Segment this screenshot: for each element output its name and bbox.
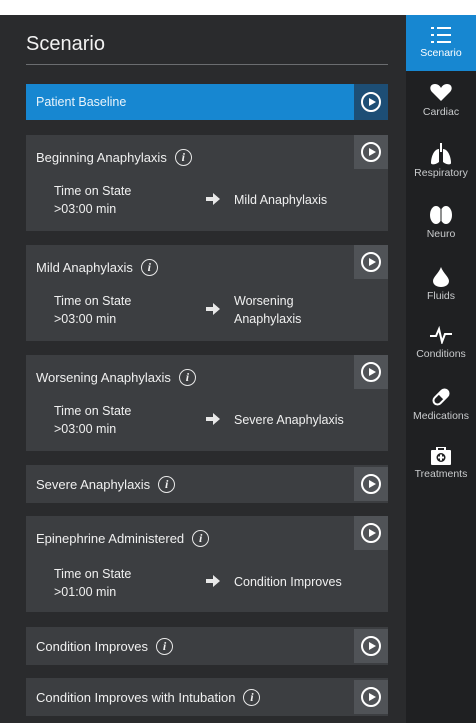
sidebar-item-label: Medications [412,410,470,422]
sidebar-item-fluids[interactable]: Fluids [406,267,476,317]
sidebar-item-medications[interactable]: Medications [406,387,476,437]
medkit-icon [431,447,451,465]
pill-icon [432,388,450,406]
state-title-row: Severe Anaphylaxis i [36,476,176,493]
state-title: Condition Improves [36,639,148,654]
state-title: Epinephrine Administered [36,531,185,546]
time-on-state-value: >01:00 min [54,585,117,599]
baseline-label: Patient Baseline [36,95,127,109]
brain-icon [430,206,452,224]
sidebar-item-label: Respiratory [414,167,468,179]
play-icon [361,523,381,543]
state-title: Severe Anaphylaxis [36,477,151,492]
arrow-right-icon [206,413,220,425]
state-card-worsening-anaphylaxis[interactable]: Worsening Anaphylaxis i Time on State >0… [26,355,388,451]
play-icon [361,252,381,272]
arrow-right-icon [206,303,220,315]
drop-icon [433,267,449,287]
time-on-state-label: Time on State [54,184,132,198]
time-on-state-label: Time on State [54,404,132,418]
play-button[interactable] [354,355,388,389]
state-title-row: Worsening Anaphylaxis i [36,369,196,386]
page-title: Scenario [26,33,105,55]
state-title: Worsening Anaphylaxis [36,370,171,385]
sidebar-item-conditions[interactable]: Conditions [406,326,476,376]
state-card-condition-improves-with-intubation[interactable]: Condition Improves with Intubation i [26,678,388,716]
play-button[interactable] [354,467,388,501]
play-icon [361,687,381,707]
state-card-severe-anaphylaxis[interactable]: Severe Anaphylaxis i [26,465,388,503]
state-card-epinephrine-administered[interactable]: Epinephrine Administered i Time on State… [26,516,388,612]
transition-target: Severe Anaphylaxis [234,413,344,427]
time-on-state-value: >03:00 min [54,202,117,216]
play-icon [361,92,381,112]
baseline-play-button[interactable] [354,84,388,120]
play-icon [361,474,381,494]
state-card-condition-improves[interactable]: Condition Improves i [26,627,388,665]
top-bar [0,0,476,15]
sidebar-item-label: Scenario [420,47,462,59]
state-title-row: Beginning Anaphylaxis i [36,149,192,166]
state-title-row: Condition Improves with Intubation i [36,689,261,706]
lungs-icon [431,143,451,165]
sidebar-item-respiratory[interactable]: Respiratory [406,143,476,193]
sidebar-item-label: Fluids [426,290,455,302]
arrow-right-icon [206,575,220,587]
play-icon [361,636,381,656]
info-icon[interactable]: i [158,476,176,493]
info-icon[interactable]: i [140,259,158,276]
state-card-beginning-anaphylaxis[interactable]: Beginning Anaphylaxis i Time on State >0… [26,135,388,231]
sidebar-item-scenario[interactable]: Scenario [406,15,476,71]
play-button[interactable] [354,680,388,714]
sidebar-item-treatments[interactable]: Treatments [406,447,476,497]
sidebar-item-label: Cardiac [422,106,460,118]
info-icon[interactable]: i [178,369,196,386]
info-icon[interactable]: i [174,149,192,166]
transition-target-line1: Worsening [234,294,294,308]
play-button[interactable] [354,516,388,550]
title-divider [26,64,388,65]
sidebar: Scenario Cardiac Respiratory Neuro Fluid… [406,15,476,723]
pulse-icon [430,326,452,344]
list-icon [431,27,451,43]
sidebar-item-neuro[interactable]: Neuro [406,205,476,255]
sidebar-item-cardiac[interactable]: Cardiac [406,83,476,133]
info-icon[interactable]: i [243,689,261,706]
heart-icon [430,84,452,101]
baseline-card[interactable]: Patient Baseline [26,84,388,120]
time-on-state-value: >03:00 min [54,422,117,436]
info-icon[interactable]: i [156,638,173,655]
play-button[interactable] [354,245,388,279]
play-button[interactable] [354,629,388,663]
state-title: Condition Improves with Intubation [36,690,236,705]
info-icon[interactable]: i [192,530,210,547]
arrow-right-icon [206,193,220,205]
state-title-row: Condition Improves i [36,638,173,655]
time-on-state-value: >03:00 min [54,312,117,326]
play-icon [361,362,381,382]
sidebar-item-label: Conditions [416,348,466,360]
play-button[interactable] [354,135,388,169]
transition-target: Mild Anaphylaxis [234,193,328,207]
state-title-row: Mild Anaphylaxis i [36,259,158,276]
state-title-row: Epinephrine Administered i [36,530,210,547]
time-on-state-label: Time on State [54,567,132,581]
state-card-mild-anaphylaxis[interactable]: Mild Anaphylaxis i Time on State >03:00 … [26,245,388,341]
sidebar-item-label: Neuro [426,228,456,240]
transition-target-line2: Anaphylaxis [234,312,302,326]
state-title: Mild Anaphylaxis [36,260,133,275]
sidebar-item-label: Treatments [414,468,468,480]
play-icon [361,142,381,162]
state-title: Beginning Anaphylaxis [36,150,167,165]
transition-target: Condition Improves [234,575,342,589]
time-on-state-label: Time on State [54,294,132,308]
